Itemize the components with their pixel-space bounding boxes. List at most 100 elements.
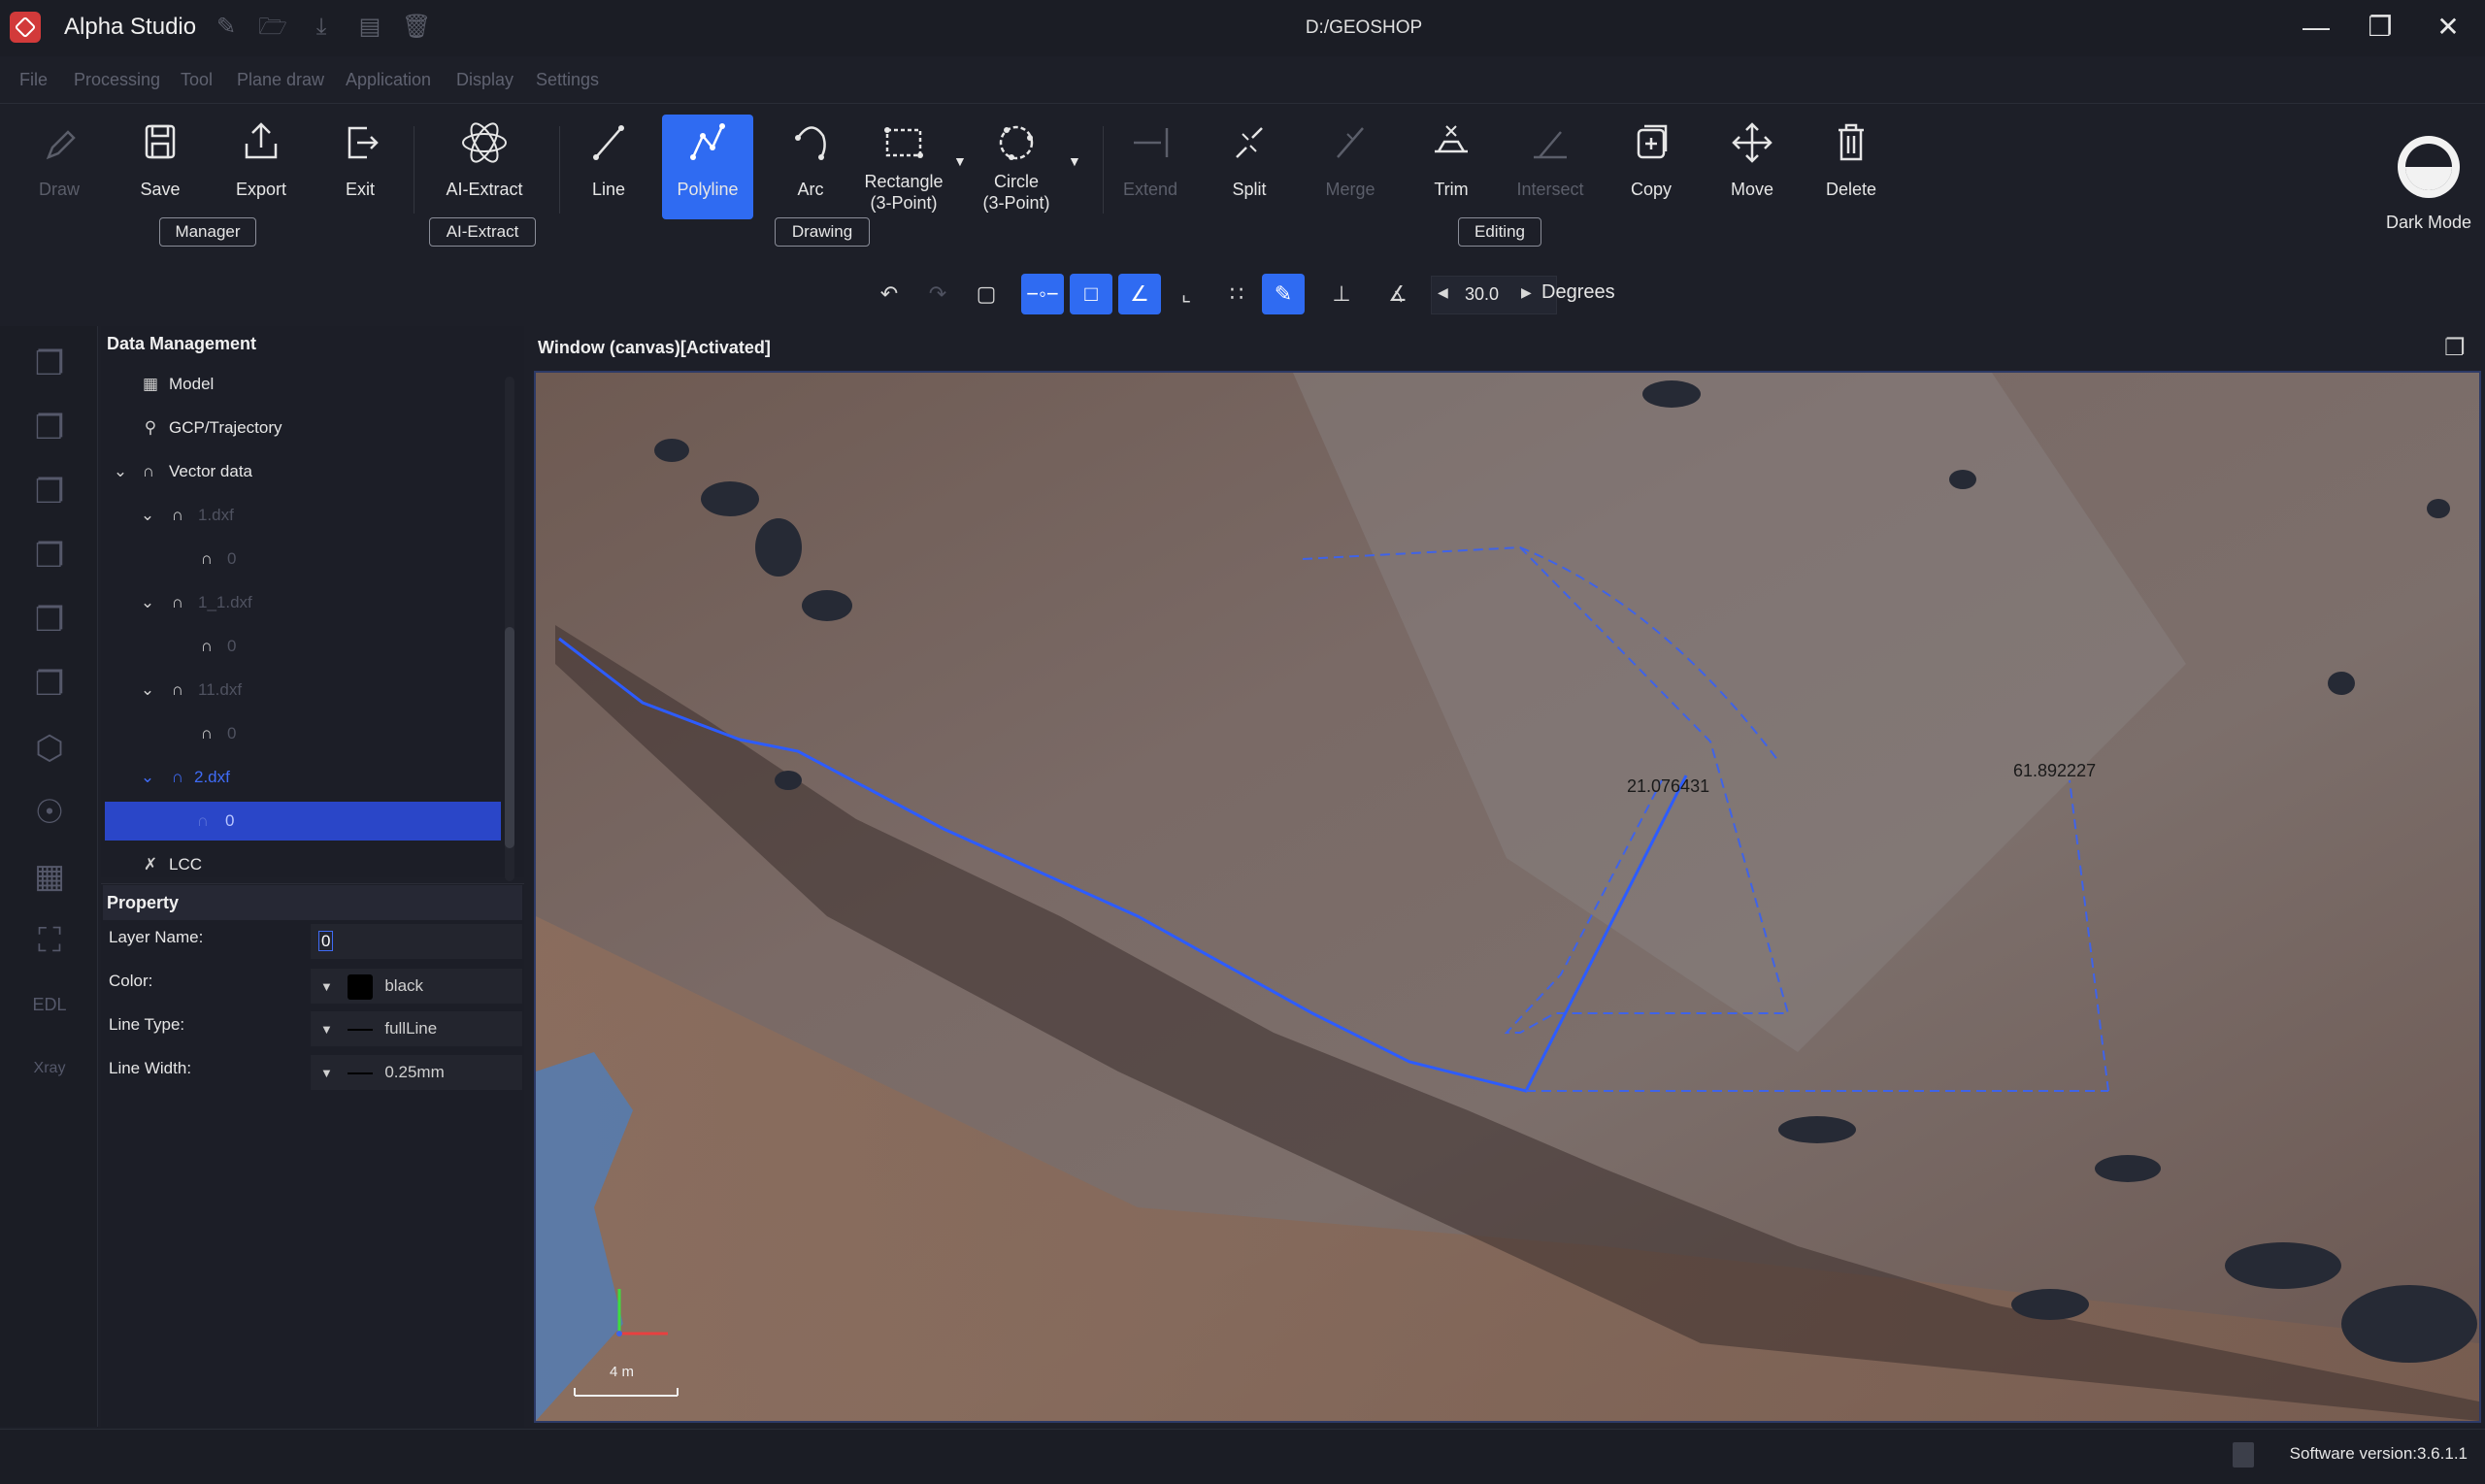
view-front-icon[interactable]: ❐ <box>27 342 72 386</box>
redo-button[interactable]: ↷ <box>916 274 959 314</box>
angle-decrease-icon[interactable]: ◀ <box>1438 284 1448 301</box>
menu-tool[interactable]: Tool <box>181 70 213 90</box>
menu-display[interactable]: Display <box>456 70 514 90</box>
move-button[interactable]: Move <box>1706 115 1798 219</box>
extend-icon <box>1134 128 1169 157</box>
open-folder-icon[interactable]: 🗁 <box>258 14 287 41</box>
edl-icon[interactable]: EDL <box>27 982 72 1027</box>
copy-button[interactable]: Copy <box>1606 115 1697 219</box>
snap-square-icon[interactable]: □ <box>1070 274 1112 314</box>
save-button[interactable]: Save <box>115 115 206 219</box>
angle-value[interactable]: 30.0 <box>1465 284 1499 305</box>
dark-mode-label: Dark Mode <box>2385 213 2472 232</box>
view-right-icon[interactable]: ❐ <box>27 534 72 578</box>
snap-orthogonal-icon[interactable]: ⌞ <box>1165 274 1208 314</box>
tree-item-file-4[interactable]: ⌄ ∩ 2.dxf <box>101 758 509 797</box>
point-cloud-canvas[interactable]: 21.076431 61.892227 4 m <box>534 371 2481 1423</box>
minimize-button[interactable]: — <box>2289 8 2343 47</box>
rectangle-dropdown-arrow[interactable]: ▼ <box>953 153 967 169</box>
line-type-preview <box>347 1028 373 1031</box>
point-size-icon[interactable]: ☉ <box>27 790 72 835</box>
group-ai-extract: AI-Extract <box>429 217 536 247</box>
trim-label: Trim <box>1434 180 1469 199</box>
delete-label: Delete <box>1825 180 1877 199</box>
chevron-down-icon[interactable]: ⌄ <box>138 671 157 709</box>
line-button[interactable]: Line <box>563 115 654 219</box>
intersect-button[interactable]: Intersect <box>1505 115 1596 219</box>
view-bottom-icon[interactable]: ❐ <box>27 662 72 707</box>
tree-item-layer[interactable]: ∩ 0 <box>101 627 509 666</box>
chevron-down-icon[interactable]: ⌄ <box>111 452 130 491</box>
circle-dropdown-arrow[interactable]: ▼ <box>1068 153 1081 169</box>
save-icon[interactable]: ▤ <box>355 14 384 41</box>
draw-button[interactable]: Draw <box>14 115 105 219</box>
angle-stepper[interactable]: ◀ 30.0 ▶ <box>1431 276 1557 314</box>
snap-midpoint-icon[interactable]: −◦− <box>1021 274 1064 314</box>
color-select[interactable]: ▼ black <box>311 969 522 1004</box>
chevron-down-icon[interactable]: ⌄ <box>138 583 157 622</box>
view-left-icon[interactable]: ❐ <box>27 470 72 514</box>
view-iso-icon[interactable]: ⬡ <box>27 726 72 771</box>
snap-angle-lock-icon[interactable]: ∡ <box>1376 274 1419 314</box>
line-label: Line <box>591 180 626 199</box>
merge-button[interactable]: Merge <box>1305 115 1396 219</box>
download-icon[interactable]: ⤓ <box>307 14 336 41</box>
trash-icon[interactable]: 🗑 <box>402 14 431 41</box>
tree-item-layer[interactable]: ∩ 0 <box>101 540 509 578</box>
split-button[interactable]: Split <box>1204 115 1295 219</box>
tree-item-model[interactable]: ▦ Model <box>101 365 509 404</box>
polyline-button[interactable]: Polyline <box>662 115 753 219</box>
tree-item-layer[interactable]: ∩ 0 <box>101 714 509 753</box>
restore-window-icon[interactable]: ❐ <box>2444 334 2466 362</box>
delete-button[interactable]: Delete <box>1806 115 1897 219</box>
snap-vertex-icon[interactable]: ▢ <box>965 274 1008 314</box>
layer-icon: ∩ <box>196 811 210 830</box>
export-button[interactable]: Export <box>215 115 307 219</box>
tree-item-file-1[interactable]: ⌄ ∩ 1.dxf <box>101 496 509 535</box>
fit-view-icon[interactable]: ⛶ <box>27 918 72 963</box>
group-manager: Manager <box>159 217 256 247</box>
menu-processing[interactable]: Processing <box>74 70 160 90</box>
chevron-down-icon[interactable]: ⌄ <box>138 758 157 797</box>
tree-item-vector-data[interactable]: ⌄ ∩ Vector data <box>101 452 509 491</box>
ai-extract-button[interactable]: AI-Extract <box>439 115 530 219</box>
tree-item-file-3[interactable]: ⌄ ∩ 11.dxf <box>101 671 509 709</box>
arc-label: Arc <box>797 180 824 199</box>
close-button[interactable]: ✕ <box>2421 8 2475 47</box>
tree-item-file-2[interactable]: ⌄ ∩ 1_1.dxf <box>101 583 509 622</box>
menu-file[interactable]: File <box>19 70 48 90</box>
exit-button[interactable]: Exit <box>315 115 406 219</box>
dxf-icon: ∩ <box>171 768 184 786</box>
snap-grid-icon[interactable]: ∷ <box>1215 274 1258 314</box>
arc-button[interactable]: Arc <box>765 115 856 219</box>
view-top-icon[interactable]: ❐ <box>27 598 72 643</box>
line-width-select[interactable]: ▼ 0.25mm <box>311 1055 522 1090</box>
line-type-select[interactable]: ▼ fullLine <box>311 1011 522 1046</box>
chevron-down-icon[interactable]: ⌄ <box>138 496 157 535</box>
menu-plane-draw[interactable]: Plane draw <box>237 70 324 90</box>
canvas-scene[interactable]: 21.076431 61.892227 4 m <box>536 373 2479 1421</box>
rectangle-3point-button[interactable]: Rectangle (3-Point) <box>858 115 949 219</box>
grid-icon[interactable]: ▦ <box>27 854 72 899</box>
tree-item-gcp[interactable]: ⚲ GCP/Trajectory <box>101 409 509 447</box>
circle-3point-button[interactable]: Circle (3-Point) <box>971 115 1062 219</box>
angle-increase-icon[interactable]: ▶ <box>1521 284 1532 301</box>
save-icon <box>145 124 176 159</box>
tree-item-layer-selected[interactable]: ∩ 0 <box>105 802 501 841</box>
menu-settings[interactable]: Settings <box>536 70 599 90</box>
layer-name-field[interactable]: 0 <box>311 924 522 959</box>
maximize-button[interactable]: ❐ <box>2353 8 2407 47</box>
undo-button[interactable]: ↶ <box>868 274 911 314</box>
snap-perpendicular-icon[interactable]: ⊥ <box>1320 274 1363 314</box>
dark-mode-toggle[interactable]: Dark Mode <box>2384 132 2473 239</box>
extend-button[interactable]: Extend <box>1105 115 1196 219</box>
snap-angle-icon[interactable]: ∠ <box>1118 274 1161 314</box>
trim-button[interactable]: Trim <box>1406 115 1497 219</box>
dropdown-arrow-icon: ▼ <box>320 1022 333 1037</box>
tree-item-lcc[interactable]: ✗ LCC <box>101 845 509 884</box>
brush-icon[interactable]: ✎ <box>212 14 241 41</box>
view-back-icon[interactable]: ❐ <box>27 406 72 450</box>
xray-icon[interactable]: Xray <box>27 1046 72 1091</box>
snap-edit-icon[interactable]: ✎ <box>1262 274 1305 314</box>
menu-application[interactable]: Application <box>346 70 431 90</box>
